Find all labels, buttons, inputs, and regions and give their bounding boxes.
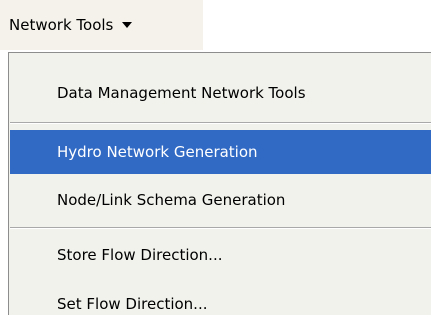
menu-item-label: Store Flow Direction... <box>57 246 223 264</box>
menu-item-label: Set Flow Direction... <box>57 295 208 313</box>
menu-item-label: Hydro Network Generation <box>57 143 258 161</box>
menu-item-store-flow-direction[interactable]: Store Flow Direction... <box>10 233 431 277</box>
caret-down-icon <box>122 22 133 28</box>
menu-item-set-flow-direction[interactable]: Set Flow Direction... <box>10 282 431 326</box>
network-tools-menu-button[interactable]: Network Tools <box>0 0 203 50</box>
menu-separator <box>10 122 431 124</box>
menu-item-node-link-schema-generation[interactable]: Node/Link Schema Generation <box>10 178 431 222</box>
menu-separator <box>10 227 431 229</box>
menu-item-hydro-network-generation[interactable]: Hydro Network Generation <box>10 130 431 174</box>
network-tools-dropdown-menu: Data Management Network Tools Hydro Netw… <box>8 52 431 315</box>
network-tools-label: Network Tools <box>9 16 114 34</box>
menu-item-data-management-network-tools[interactable]: Data Management Network Tools <box>10 71 431 115</box>
menu-item-label: Node/Link Schema Generation <box>57 191 286 209</box>
menu-item-label: Data Management Network Tools <box>57 84 306 102</box>
